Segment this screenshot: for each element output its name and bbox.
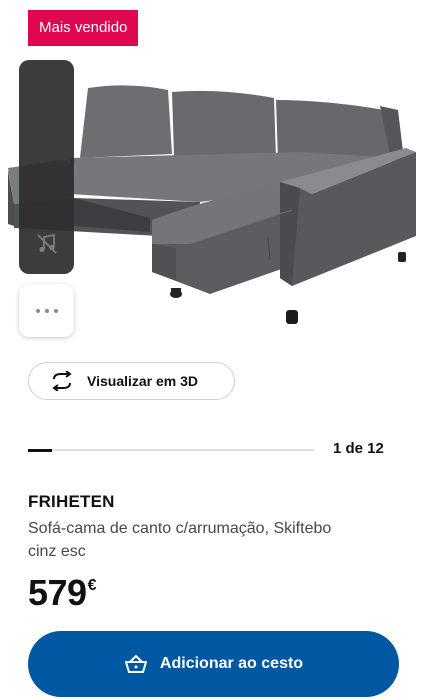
price-amount: 579 [28,572,87,613]
best-seller-badge: Mais vendido [28,10,139,46]
product-name[interactable]: FRIHETEN [28,492,115,512]
media-side-panel [19,60,74,274]
gallery-progress [28,448,314,452]
gallery-page-indicator: 1 de 12 [333,440,384,457]
product-price: 579€ [28,572,96,614]
gallery-progress-fill [28,448,52,452]
view-3d-button[interactable]: Visualizar em 3D [28,362,235,400]
add-to-cart-button[interactable]: Adicionar ao cesto [28,631,399,697]
more-horizontal-icon [35,308,40,313]
rotate-3d-icon [52,371,72,391]
view-3d-label: Visualizar em 3D [87,373,199,389]
badge-label: Mais vendido [39,19,128,36]
price-currency: € [87,577,97,594]
cart-icon [124,655,147,673]
product-description: Sofá-cama de canto c/arrumação, Skiftebo… [28,520,332,560]
add-to-cart-label: Adicionar ao cesto [159,655,304,672]
music-off-icon[interactable] [35,232,59,256]
more-options-button[interactable] [19,284,74,337]
